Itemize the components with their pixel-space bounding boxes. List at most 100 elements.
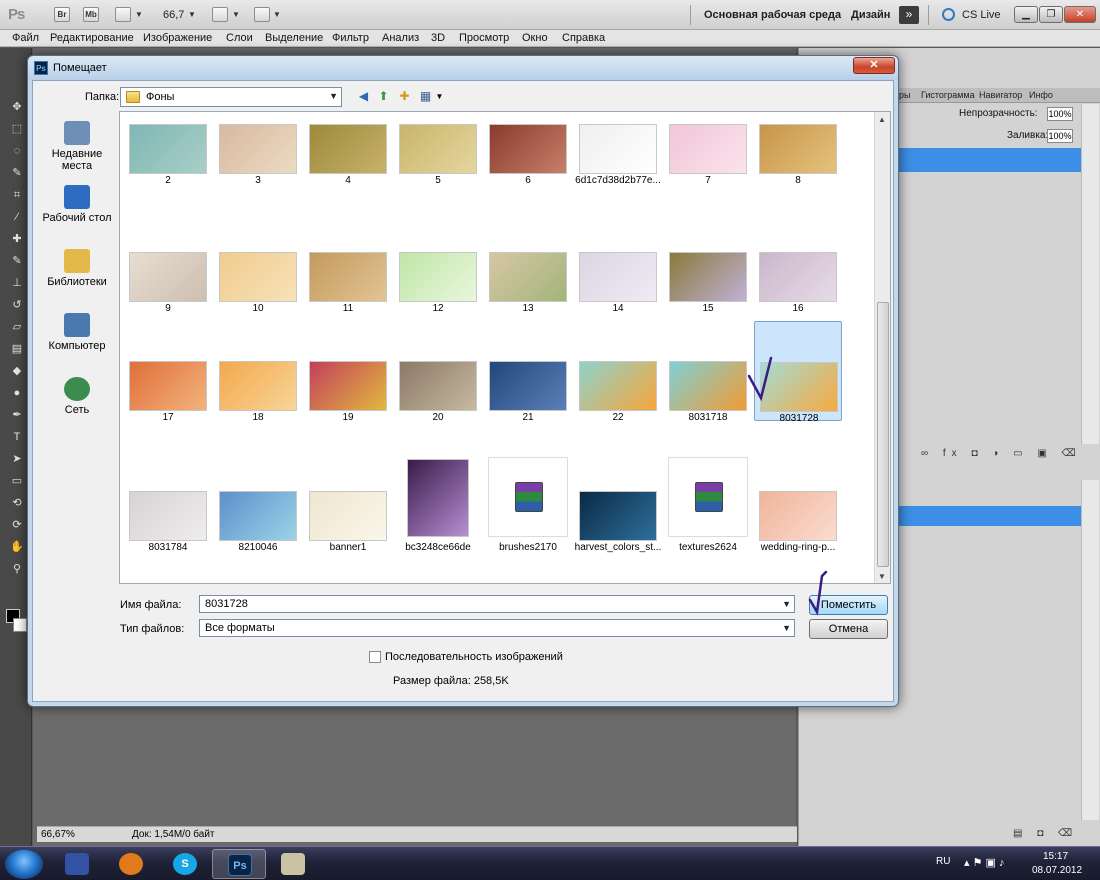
paint-app[interactable] bbox=[266, 849, 320, 879]
shape-tool-icon[interactable]: ▭ bbox=[9, 474, 25, 488]
file-item[interactable]: 21 bbox=[484, 321, 572, 423]
file-item[interactable]: bc3248ce66de bbox=[394, 451, 482, 553]
marquee-tool-icon[interactable]: ⬚ bbox=[9, 122, 25, 136]
file-item[interactable]: 22 bbox=[574, 321, 662, 423]
language-indicator[interactable]: RU bbox=[936, 856, 950, 867]
file-item[interactable]: brushes2170 bbox=[484, 451, 572, 553]
file-name-input[interactable]: 8031728 ▼ bbox=[199, 595, 795, 613]
blur-tool-icon[interactable]: ◆ bbox=[9, 364, 25, 378]
channel-footer-icons[interactable]: ▤ ◘ ⌫ bbox=[1013, 828, 1078, 839]
file-item[interactable]: 8031784 bbox=[124, 451, 212, 553]
file-item[interactable]: 5 bbox=[394, 112, 482, 186]
gradient-tool-icon[interactable]: ▤ bbox=[9, 342, 25, 356]
chevron-down-icon[interactable]: ▼ bbox=[273, 10, 281, 19]
workspace-design[interactable]: Дизайн bbox=[851, 9, 890, 21]
tab-navigator[interactable]: Навигатор bbox=[979, 90, 1022, 100]
file-item[interactable]: harvest_colors_st... bbox=[574, 451, 662, 553]
scroll-thumb[interactable] bbox=[877, 302, 889, 567]
firefox-app[interactable] bbox=[104, 849, 158, 879]
dodge-tool-icon[interactable]: ● bbox=[9, 386, 25, 400]
chevron-down-icon[interactable]: ▼ bbox=[329, 91, 338, 101]
file-item[interactable]: 4 bbox=[304, 112, 392, 186]
skype-app[interactable]: S bbox=[158, 849, 212, 879]
file-item[interactable]: 20 bbox=[394, 321, 482, 423]
background-color-swatch[interactable] bbox=[13, 618, 27, 632]
menu-view[interactable]: Просмотр bbox=[459, 32, 509, 44]
healing-tool-icon[interactable]: ✚ bbox=[9, 232, 25, 246]
hand-tool-icon[interactable]: ✋ bbox=[9, 540, 25, 554]
file-item[interactable]: 19 bbox=[304, 321, 392, 423]
mini-bridge-button[interactable]: Mb bbox=[83, 7, 99, 22]
tab-histogram[interactable]: Гистограмма bbox=[921, 90, 975, 100]
brush-tool-icon[interactable]: ✎ bbox=[9, 254, 25, 268]
file-item[interactable]: 14 bbox=[574, 212, 662, 314]
file-item[interactable]: 2 bbox=[124, 112, 212, 186]
layers-scrollbar[interactable] bbox=[1081, 104, 1099, 444]
file-list-view[interactable]: ▲ ▼ 2 3 4 5 6 6d1c7d38d2b77e... 7 8 9 10 11 12 13 14 1… bbox=[119, 111, 891, 584]
place-recent[interactable]: Недавние места bbox=[37, 121, 117, 172]
image-sequence-checkbox[interactable] bbox=[369, 651, 381, 663]
clock-time[interactable]: 15:17 bbox=[1043, 851, 1068, 862]
start-button[interactable] bbox=[5, 849, 43, 879]
chevron-down-icon[interactable]: ▼ bbox=[188, 10, 196, 19]
file-item[interactable]: 6 bbox=[484, 112, 572, 186]
back-icon[interactable]: ◀ bbox=[355, 88, 372, 105]
menu-layers[interactable]: Слои bbox=[226, 32, 253, 44]
file-item[interactable]: 6d1c7d38d2b77e... bbox=[574, 112, 662, 186]
menu-3d[interactable]: 3D bbox=[431, 32, 445, 44]
menu-filter[interactable]: Фильтр bbox=[332, 32, 369, 44]
file-item[interactable]: 7 bbox=[664, 112, 752, 186]
tab-info[interactable]: Инфо bbox=[1029, 90, 1053, 100]
file-item[interactable]: 8210046 bbox=[214, 451, 302, 553]
file-item[interactable]: 18 bbox=[214, 321, 302, 423]
menu-help[interactable]: Справка bbox=[562, 32, 605, 44]
file-item[interactable]: banner1 bbox=[304, 451, 392, 553]
type-tool-icon[interactable]: T bbox=[9, 430, 25, 444]
chevron-down-icon[interactable]: ▼ bbox=[782, 599, 791, 609]
folder-select[interactable]: Фоны ▼ bbox=[120, 87, 342, 107]
menu-image[interactable]: Изображение bbox=[143, 32, 212, 44]
file-item[interactable]: wedding-ring-p... bbox=[754, 451, 842, 553]
menu-window[interactable]: Окно bbox=[522, 32, 548, 44]
menu-edit[interactable]: Редактирование bbox=[50, 32, 134, 44]
eyedropper-tool-icon[interactable]: ⁄ bbox=[9, 210, 25, 224]
scroll-down-icon[interactable]: ▼ bbox=[878, 572, 886, 581]
path-select-tool-icon[interactable]: ➤ bbox=[9, 452, 25, 466]
save-disk-app[interactable] bbox=[50, 849, 104, 879]
cancel-button[interactable]: Отмена bbox=[809, 619, 888, 639]
minimize-button[interactable]: ▁ bbox=[1014, 6, 1038, 23]
chevron-down-icon[interactable]: ▼ bbox=[135, 10, 143, 19]
close-button[interactable]: ✕ bbox=[1064, 6, 1096, 23]
cs-live-menu[interactable]: CS Live bbox=[962, 9, 1001, 21]
file-list-scrollbar[interactable]: ▲ ▼ bbox=[874, 112, 890, 583]
stamp-tool-icon[interactable]: ⊥ bbox=[9, 276, 25, 290]
file-item[interactable]: 9 bbox=[124, 212, 212, 314]
file-item[interactable]: 3 bbox=[214, 112, 302, 186]
status-zoom[interactable]: 66,67% bbox=[41, 829, 75, 840]
chevron-down-icon[interactable]: ▼ bbox=[431, 88, 448, 105]
zoom-level[interactable]: 66,7 bbox=[163, 9, 184, 21]
place-computer[interactable]: Компьютер bbox=[37, 313, 117, 352]
more-workspaces-icon[interactable]: » bbox=[899, 6, 919, 24]
file-item[interactable]: 15 bbox=[664, 212, 752, 314]
bridge-button[interactable]: Br bbox=[54, 7, 70, 22]
layer-footer-icons[interactable]: ∞ fx ◘ ◑ ▭ ▣ ⌫ bbox=[921, 448, 1082, 459]
zoom-tool-icon[interactable]: ⚲ bbox=[9, 562, 25, 576]
file-item[interactable]: 13 bbox=[484, 212, 572, 314]
tab-partial[interactable]: ры bbox=[899, 90, 910, 100]
place-libraries[interactable]: Библиотеки bbox=[37, 249, 117, 288]
file-item[interactable]: 11 bbox=[304, 212, 392, 314]
3d-camera-tool-icon[interactable]: ⟳ bbox=[9, 518, 25, 532]
crop-tool-icon[interactable]: ⌗ bbox=[9, 188, 25, 202]
move-tool-icon[interactable]: ✥ bbox=[9, 100, 25, 114]
menu-select[interactable]: Выделение bbox=[265, 32, 323, 44]
fill-input[interactable]: 100% bbox=[1047, 129, 1073, 143]
clock-date[interactable]: 08.07.2012 bbox=[1032, 865, 1082, 876]
channels-scrollbar[interactable] bbox=[1081, 480, 1099, 820]
up-folder-icon[interactable]: ⬆ bbox=[375, 88, 392, 105]
place-desktop[interactable]: Рабочий стол bbox=[37, 185, 117, 224]
workspace-essentials[interactable]: Основная рабочая среда bbox=[704, 9, 841, 21]
history-brush-tool-icon[interactable]: ↺ bbox=[9, 298, 25, 312]
file-item[interactable]: 8031728 bbox=[747, 321, 842, 424]
file-item[interactable]: 10 bbox=[214, 212, 302, 314]
